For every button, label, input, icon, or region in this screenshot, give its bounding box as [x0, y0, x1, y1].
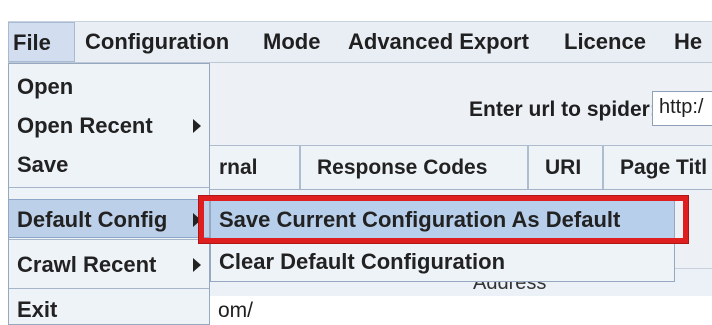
menu-licence[interactable]: Licence [564, 22, 646, 62]
submenu-arrow-icon [193, 258, 201, 272]
file-menu-dropdown: Open Open Recent Save Default Config Cra… [8, 63, 210, 325]
spider-url-label: Enter url to spider: [469, 98, 657, 121]
menu-item-open-recent[interactable]: Open Recent [9, 106, 209, 145]
menu-item-open[interactable]: Open [9, 67, 209, 106]
tab-page-titles[interactable]: Page Titl [603, 145, 712, 189]
menu-item-exit[interactable]: Exit [9, 290, 209, 325]
menu-item-default-config-label: Default Config [17, 207, 168, 232]
tab-uri[interactable]: URI [528, 145, 603, 189]
menu-advanced-export[interactable]: Advanced Export [348, 22, 529, 62]
menu-bar: File Configuration Mode Advanced Export … [8, 21, 712, 63]
menu-mode[interactable]: Mode [263, 22, 320, 62]
annotation-highlight-box [199, 196, 688, 243]
spider-url-input[interactable]: http:/ [652, 91, 712, 126]
menu-item-crawl-recent[interactable]: Crawl Recent [9, 245, 209, 284]
menu-configuration[interactable]: Configuration [85, 22, 229, 62]
menu-separator [9, 187, 209, 188]
menu-help[interactable]: He [674, 22, 702, 62]
table-cell-address: om/ [218, 299, 254, 322]
submenu-arrow-icon [193, 119, 201, 133]
menu-item-open-recent-label: Open Recent [17, 113, 153, 138]
menu-item-default-config[interactable]: Default Config [9, 199, 209, 238]
menu-item-crawl-recent-label: Crawl Recent [17, 252, 157, 277]
menu-separator [9, 288, 209, 289]
menu-separator [9, 239, 209, 240]
submenu-item-clear-default[interactable]: Clear Default Configuration [211, 242, 674, 281]
tab-internal[interactable]: rnal [202, 145, 300, 189]
menu-file[interactable]: File [8, 22, 75, 62]
menu-item-save[interactable]: Save [9, 145, 209, 184]
tab-response-codes[interactable]: Response Codes [300, 145, 528, 189]
app-screen: File Configuration Mode Advanced Export … [0, 0, 712, 325]
